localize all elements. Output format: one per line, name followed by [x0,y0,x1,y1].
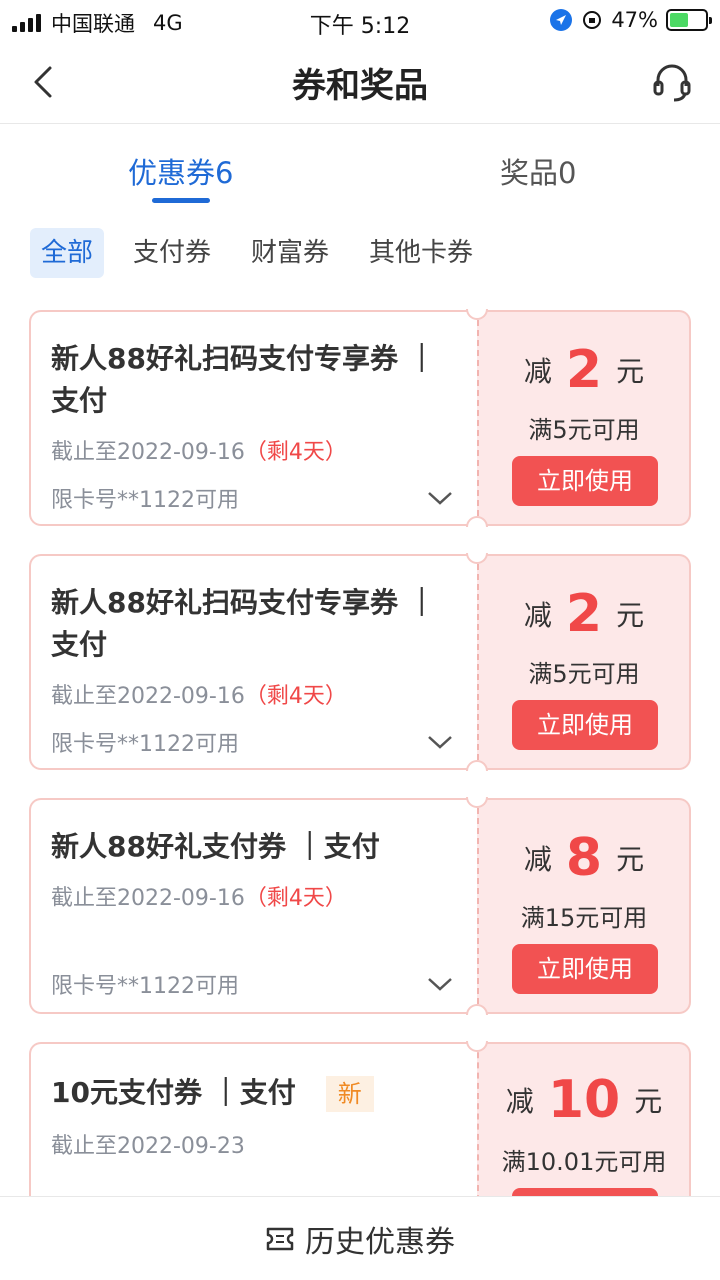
tab-coupons[interactable]: 优惠券6 [128,150,233,192]
coupon-condition: 满15元可用 [520,904,648,932]
chevron-down-icon[interactable] [427,976,453,992]
filter-bar: 全部 支付券 财富券 其他卡券 [30,228,484,278]
coupon-title: 10元支付券 ｜支付新 [51,1072,461,1114]
tab-bar: 优惠券6 奖品0 [0,124,720,214]
use-now-button[interactable]: 立即使用 [512,944,658,994]
nav-bar: 券和奖品 [0,40,720,124]
use-now-button[interactable]: 立即使用 [512,456,658,506]
coupon-condition: 满5元可用 [528,416,640,444]
coupon-card-limit: 限卡号**1122可用 [51,732,239,757]
coupon-amount: 减 10 元 [505,1070,663,1130]
location-icon [550,9,573,31]
coupon-condition: 满5元可用 [528,660,640,688]
coupon-remaining: （剩4天） [244,886,347,911]
coupon-expiry: 截止至2022-09-16（剩4天） [51,684,347,709]
tab-prizes[interactable]: 奖品0 [500,150,576,192]
battery-percent: 47% [611,8,658,32]
status-bar: 中国联通 4G 下午 5:12 47% [0,0,720,40]
chevron-down-icon[interactable] [427,490,453,506]
coupon-card-limit: 限卡号**1122可用 [51,488,239,513]
filter-other[interactable]: 其他卡券 [358,228,484,278]
active-tab-indicator [152,198,210,203]
page-title: 券和奖品 [292,66,428,106]
coupon-title: 新人88好礼扫码支付专享券 ｜支付 [51,586,436,661]
coupon-card[interactable]: 新人88好礼扫码支付专享券 ｜支付 截止至2022-09-16（剩4天） 限卡号… [29,553,691,771]
coupon-amount: 减2元 [523,584,645,644]
coupon-card[interactable]: 新人88好礼扫码支付专享券 ｜支付 截止至2022-09-16（剩4天） 限卡号… [29,309,691,527]
coupon-remaining: （剩4天） [244,440,347,465]
use-now-button[interactable]: 立即使用 [512,700,658,750]
filter-wealth[interactable]: 财富券 [240,228,340,278]
coupon-card[interactable]: 新人88好礼支付券 ｜支付 截止至2022-09-16（剩4天） 限卡号**11… [29,797,691,1015]
chevron-down-icon[interactable] [427,734,453,750]
history-coupons-button[interactable]: 历史优惠券 [0,1196,720,1280]
orientation-lock-icon [583,11,602,29]
filter-all[interactable]: 全部 [30,228,105,278]
coupon-expiry: 截止至2022-09-16（剩4天） [51,440,347,465]
coupon-card-limit: 限卡号**1122可用 [51,974,239,999]
coupon-amount: 减8元 [523,828,645,888]
ticket-icon [266,1227,294,1250]
coupon-remaining: （剩4天） [244,684,347,709]
history-coupons-label: 历史优惠券 [305,1224,455,1260]
filter-payment[interactable]: 支付券 [122,228,222,278]
battery-icon [666,9,712,31]
coupon-title: 新人88好礼支付券 ｜支付 [51,830,380,863]
coupon-title: 新人88好礼扫码支付专享券 ｜支付 [51,342,436,417]
customer-service-icon[interactable] [650,60,694,104]
coupon-expiry: 截止至2022-09-16（剩4天） [51,886,347,911]
coupon-amount: 减2元 [523,340,645,400]
coupon-expiry: 截止至2022-09-23 [51,1134,245,1159]
new-badge: 新 [325,1076,374,1112]
coupon-condition: 满10.01元可用 [501,1148,667,1176]
